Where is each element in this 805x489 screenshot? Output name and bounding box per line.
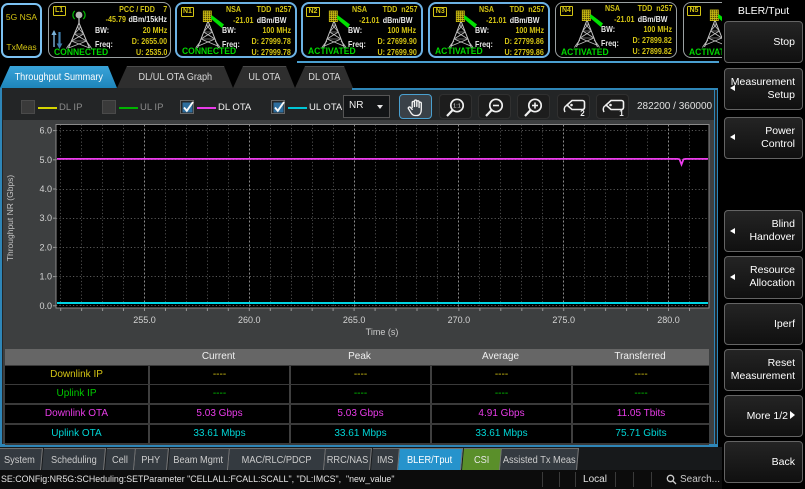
svg-text:270.0: 270.0 <box>448 315 471 325</box>
svg-text:260.0: 260.0 <box>238 315 261 325</box>
svg-text:5.0: 5.0 <box>39 155 52 165</box>
svg-text:265.0: 265.0 <box>343 315 366 325</box>
svg-text:1:1: 1:1 <box>453 104 461 110</box>
svg-text:Throughput NR (Gbps): Throughput NR (Gbps) <box>5 175 15 262</box>
svg-text:280.0: 280.0 <box>657 315 680 325</box>
svg-text:1.0: 1.0 <box>39 272 52 282</box>
svg-text:6.0: 6.0 <box>39 126 52 136</box>
svg-text:2.0: 2.0 <box>39 242 52 252</box>
svg-text:Time (s): Time (s) <box>366 327 399 337</box>
svg-text:3.0: 3.0 <box>39 213 52 223</box>
svg-text:1: 1 <box>619 109 624 118</box>
svg-text:0.0: 0.0 <box>39 301 52 311</box>
svg-text:4.0: 4.0 <box>39 184 52 194</box>
svg-text:275.0: 275.0 <box>552 315 575 325</box>
svg-text:255.0: 255.0 <box>133 315 156 325</box>
svg-text:2: 2 <box>580 109 585 118</box>
